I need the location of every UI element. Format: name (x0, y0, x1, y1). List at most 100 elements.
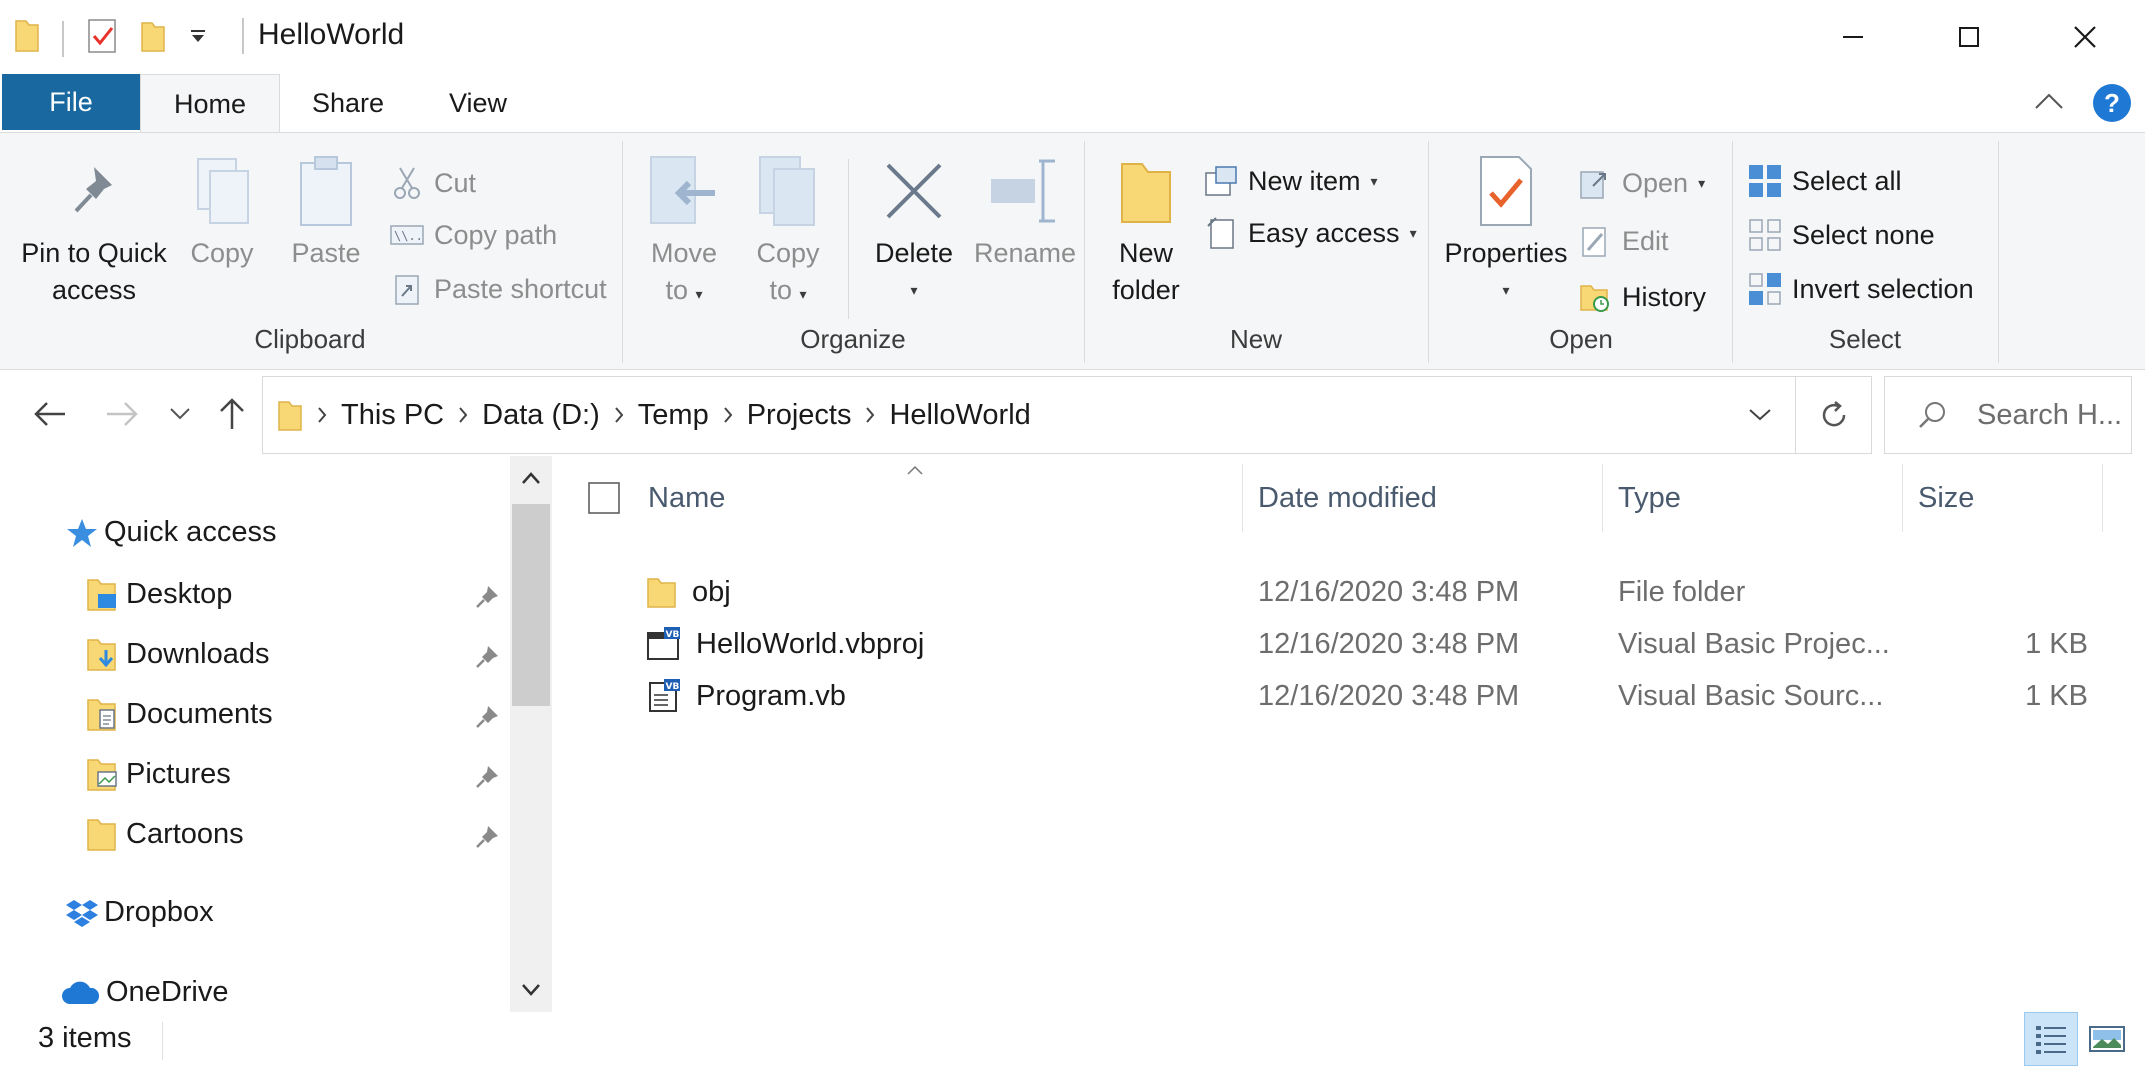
open-button[interactable]: Open ▾ (1578, 161, 1705, 205)
column-divider[interactable] (1902, 464, 1903, 532)
copy-button[interactable]: Copy (182, 151, 262, 272)
scroll-up-button[interactable] (510, 456, 552, 500)
rename-button[interactable]: Rename (970, 151, 1080, 272)
ribbon-tabs-right: ? (2033, 84, 2131, 122)
customize-qat-icon[interactable] (188, 26, 208, 51)
pin-icon[interactable] (472, 642, 502, 672)
nav-item-desktop[interactable]: Desktop (86, 576, 232, 612)
pin-icon[interactable] (472, 702, 502, 732)
invert-selection-button[interactable]: Invert selection (1748, 267, 1974, 311)
column-divider[interactable] (2102, 464, 2103, 532)
move-to-label-line2: to ▾ (665, 272, 702, 313)
pin-to-quick-access-button[interactable]: Pin to Quick access (14, 151, 174, 309)
select-all-button[interactable]: Select all (1748, 159, 1902, 203)
history-button[interactable]: History (1578, 275, 1706, 319)
tab-share[interactable]: Share (296, 74, 400, 132)
cut-button[interactable]: Cut (390, 161, 476, 205)
breadcrumb-item[interactable]: HelloWorld (889, 399, 1030, 432)
new-folder-icon[interactable] (140, 19, 166, 58)
easy-access-label: Easy access (1248, 217, 1400, 248)
file-row[interactable]: VB Program.vb 12/16/2020 3:48 PM Visual … (556, 670, 2145, 722)
edit-button[interactable]: Edit (1578, 219, 1669, 263)
scrollbar-thumb[interactable] (512, 504, 550, 706)
recent-locations-button[interactable] (156, 388, 204, 440)
nav-pane-scrollbar[interactable] (510, 456, 552, 1012)
large-icons-view-button[interactable] (2080, 1012, 2134, 1066)
search-input[interactable]: Search H... (1977, 399, 2122, 432)
copy-to-button[interactable]: Copy to ▾ (748, 151, 828, 313)
folder-icon (14, 19, 40, 58)
delete-button[interactable]: Delete ▾ (864, 151, 964, 309)
documents-folder-icon (87, 699, 116, 731)
select-all-checkbox[interactable] (588, 456, 620, 540)
address-history-button[interactable] (1725, 377, 1795, 453)
column-header-size[interactable]: Size (1918, 456, 2038, 540)
copy-path-button[interactable]: \\.. Copy path (390, 213, 557, 257)
column-divider[interactable] (1602, 464, 1603, 532)
delete-label: Delete (874, 238, 954, 268)
nav-item-documents[interactable]: Documents (86, 696, 273, 732)
breadcrumb: This PC Data (D:) Temp Projects HelloWor… (263, 398, 1031, 432)
new-item-button[interactable]: New item ▾ (1204, 159, 1378, 203)
file-row[interactable]: obj 12/16/2020 3:48 PM File folder (556, 566, 2145, 618)
dropbox-icon (66, 899, 98, 927)
easy-access-button[interactable]: Easy access ▾ (1204, 211, 1417, 255)
close-button[interactable] (2027, 0, 2143, 74)
select-none-button[interactable]: Select none (1748, 213, 1935, 257)
column-divider[interactable] (1242, 464, 1243, 532)
delete-x-icon (874, 151, 954, 231)
tab-view[interactable]: View (428, 74, 528, 132)
ribbon-tabs: File Home Share View ? (0, 74, 2145, 134)
organize-group: Move to ▾ Copy to ▾ Delete ▾ Rename Orga… (624, 141, 1082, 363)
forward-button[interactable] (98, 388, 146, 440)
nav-item-pictures[interactable]: Pictures (86, 756, 231, 792)
nav-onedrive[interactable]: OneDrive (60, 976, 229, 1009)
details-view-button[interactable] (2024, 1012, 2078, 1066)
nav-item-cartoons[interactable]: Cartoons (86, 816, 244, 852)
pin-icon[interactable] (472, 582, 502, 612)
nav-item-label: Downloads (126, 637, 270, 670)
file-row[interactable]: VB HelloWorld.vbproj 12/16/2020 3:48 PM … (556, 618, 2145, 670)
new-folder-button[interactable]: New folder (1096, 151, 1196, 309)
breadcrumb-item[interactable]: Data (D:) (482, 399, 600, 432)
scroll-down-button[interactable] (510, 968, 552, 1012)
breadcrumb-item[interactable]: This PC (341, 399, 444, 432)
column-header-type[interactable]: Type (1618, 456, 1818, 540)
nav-item-label: Cartoons (126, 817, 244, 850)
column-header-name[interactable]: Name (648, 456, 978, 540)
file-name: Program.vb (696, 679, 846, 712)
nav-item-downloads[interactable]: Downloads (86, 636, 269, 672)
paste-button[interactable]: Paste (284, 151, 368, 272)
new-group-label: New (1229, 324, 1282, 354)
file-size: 1 KB (2025, 679, 2088, 712)
svg-text:VB: VB (666, 682, 680, 692)
help-button[interactable]: ? (2093, 84, 2131, 122)
breadcrumb-item[interactable]: Temp (638, 399, 709, 432)
nav-quick-access[interactable]: Quick access (66, 516, 276, 549)
back-button[interactable] (26, 388, 74, 440)
chevron-down-icon: ▾ (695, 286, 703, 302)
new-item-label: New item (1248, 165, 1361, 196)
paste-label: Paste (291, 238, 361, 268)
nav-dropbox[interactable]: Dropbox (66, 896, 214, 929)
paste-shortcut-button[interactable]: Paste shortcut (390, 267, 607, 311)
properties-button[interactable]: Properties ▾ (1436, 151, 1576, 309)
maximize-button[interactable] (1911, 0, 2027, 74)
search-box[interactable]: Search H... (1884, 376, 2132, 454)
ribbon: Pin to Quick access Copy Paste Cut \\.. (0, 132, 2145, 370)
refresh-button[interactable] (1796, 376, 1872, 454)
nav-item-label: Documents (126, 697, 273, 730)
move-to-button[interactable]: Move to ▾ (644, 151, 724, 313)
properties-icon[interactable] (86, 18, 118, 59)
maximize-icon (1959, 27, 1979, 47)
up-button[interactable] (208, 388, 256, 440)
minimize-button[interactable] (1795, 0, 1911, 74)
tab-file[interactable]: File (2, 74, 140, 130)
address-bar[interactable]: This PC Data (D:) Temp Projects HelloWor… (262, 376, 1796, 454)
breadcrumb-item[interactable]: Projects (747, 399, 852, 432)
tab-home[interactable]: Home (140, 74, 280, 134)
collapse-ribbon-button[interactable] (2033, 91, 2065, 116)
column-header-date-modified[interactable]: Date modified (1258, 456, 1498, 540)
pin-icon[interactable] (472, 762, 502, 792)
pin-icon[interactable] (472, 822, 502, 852)
